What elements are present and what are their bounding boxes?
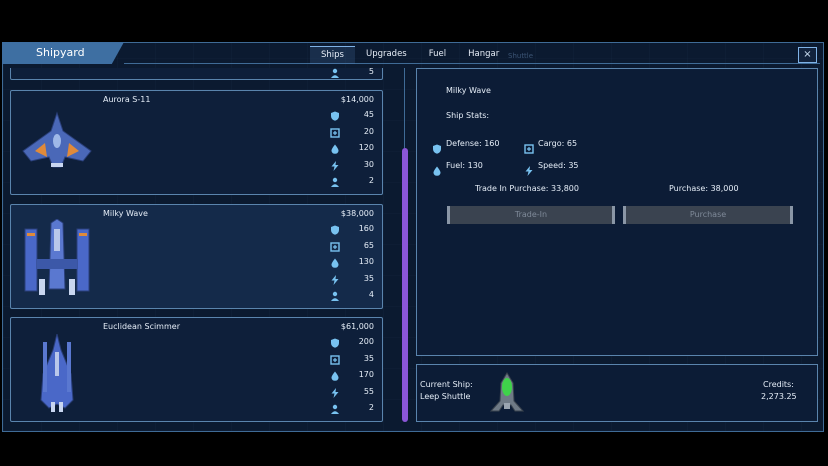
stat-crew: 4 (368, 290, 374, 299)
crew-icon (330, 68, 340, 78)
detail-ship-name: Milky Wave (446, 86, 491, 95)
current-ship-panel: Current Ship: Leep Shuttle Credits: 2,27… (416, 364, 818, 422)
close-icon: × (803, 49, 812, 60)
current-ship-name: Leep Shuttle (420, 392, 471, 401)
stat-defense: 160 (358, 224, 374, 233)
tab-upgrades[interactable]: Upgrades (355, 46, 418, 64)
cargo-icon (330, 127, 340, 138)
stat-fuel: 130 (358, 257, 374, 266)
letterbox-top (0, 0, 828, 42)
credits-value: 2,273.25 (761, 392, 797, 401)
ship-detail-panel: Milky Wave Ship Stats: Defense: 160 Carg… (416, 68, 818, 356)
fuel-icon (330, 144, 340, 154)
detail-cargo: Cargo: 65 (538, 139, 578, 148)
stat-fuel: 170 (358, 370, 374, 379)
close-button[interactable]: × (798, 47, 817, 63)
scrollbar-track[interactable] (404, 68, 405, 148)
ship-price: $38,000 (340, 209, 374, 218)
ship-card-partial[interactable]: 5 (10, 68, 383, 80)
stat-defense: 200 (358, 337, 374, 346)
detail-defense: Defense: 160 (446, 139, 500, 148)
fuel-icon (330, 258, 340, 268)
stat-cargo: 20 (363, 126, 374, 136)
fuel-icon (432, 161, 442, 176)
tab-bar: Ships Upgrades Fuel Hangar (310, 46, 510, 64)
stat-defense: 45 (363, 110, 374, 119)
detail-speed: Speed: 35 (538, 161, 579, 170)
stat-speed: 30 (363, 159, 374, 169)
purchase-price: Purchase: 38,000 (669, 184, 739, 193)
crew-icon (330, 177, 340, 187)
tab-hangar[interactable]: Hangar (457, 46, 510, 64)
stat-cargo: 65 (363, 240, 374, 250)
scrollbar-thumb[interactable] (402, 148, 408, 422)
stat-cargo: 35 (363, 353, 374, 363)
ship-name: Aurora S-11 (103, 95, 151, 104)
speed-icon (330, 387, 340, 398)
ship-card-euclidean-scimmer[interactable]: Euclidean Scimmer $61,000 200 35 170 55 … (10, 317, 383, 422)
shield-icon (330, 225, 340, 235)
detail-fuel: Fuel: 130 (446, 161, 483, 170)
trade-in-button[interactable]: Trade-In (447, 206, 615, 224)
ship-milky-wave-image (24, 219, 90, 295)
stat-speed: 55 (363, 386, 374, 396)
window-title: Shipyard (2, 42, 124, 64)
cargo-icon (330, 241, 340, 252)
shield-icon (432, 139, 442, 154)
ship-name: Milky Wave (103, 209, 148, 218)
credits-label: Credits: (763, 380, 794, 389)
ship-card-milky-wave[interactable]: Milky Wave $38,000 160 65 130 35 4 (10, 204, 383, 309)
stat-crew: 5 (368, 68, 374, 76)
crew-icon (330, 291, 340, 301)
current-ship-image (489, 372, 525, 412)
ship-name: Euclidean Scimmer (103, 322, 180, 331)
stat-crew: 2 (368, 403, 374, 412)
ship-price: $14,000 (340, 95, 374, 104)
background-shuttle-text: Shuttle (508, 52, 534, 60)
stat-crew: 2 (368, 176, 374, 185)
letterbox-bottom (0, 432, 828, 466)
tab-ships[interactable]: Ships (310, 46, 355, 64)
crew-icon (330, 404, 340, 414)
cargo-icon (330, 354, 340, 365)
speed-icon (330, 160, 340, 171)
speed-icon (524, 161, 534, 176)
stat-speed: 35 (363, 273, 374, 283)
ship-aurora-image (22, 111, 92, 168)
shield-icon (330, 111, 340, 121)
fuel-icon (330, 371, 340, 381)
ship-list: 5 Aurora S-11 $14,000 45 20 120 30 2 Mil… (10, 68, 385, 424)
current-ship-label: Current Ship: (420, 380, 473, 389)
shield-icon (330, 338, 340, 348)
purchase-button[interactable]: Purchase (623, 206, 793, 224)
detail-stats-heading: Ship Stats: (446, 111, 490, 120)
stat-fuel: 120 (358, 143, 374, 152)
speed-icon (330, 274, 340, 285)
ship-card-aurora[interactable]: Aurora S-11 $14,000 45 20 120 30 2 (10, 90, 383, 195)
tab-fuel[interactable]: Fuel (418, 46, 457, 64)
cargo-icon (524, 139, 534, 154)
ship-price: $61,000 (340, 322, 374, 331)
trade-in-price: Trade In Purchase: 33,800 (475, 184, 579, 193)
ship-euclidean-scimmer-image (40, 334, 74, 412)
